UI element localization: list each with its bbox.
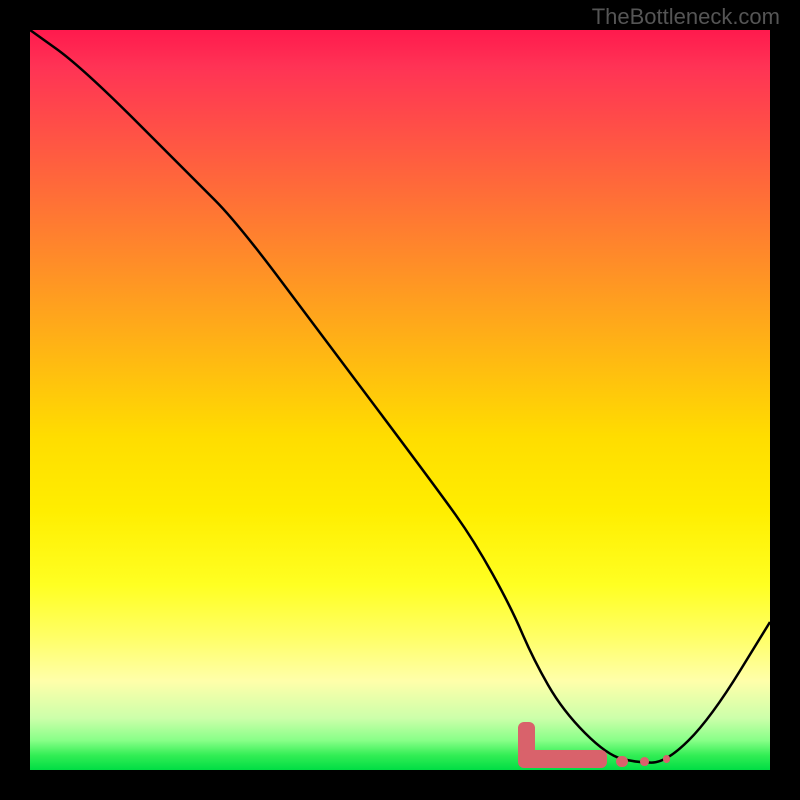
watermark-text: TheBottleneck.com [592,4,780,30]
bottleneck-curve-line [30,30,770,763]
bottleneck-dot-1 [616,756,627,767]
chart-plot-area [30,30,770,770]
bottleneck-zone-main [518,750,607,769]
chart-svg [30,30,770,770]
bottleneck-dot-2 [640,757,649,766]
bottleneck-dot-3 [663,755,670,762]
